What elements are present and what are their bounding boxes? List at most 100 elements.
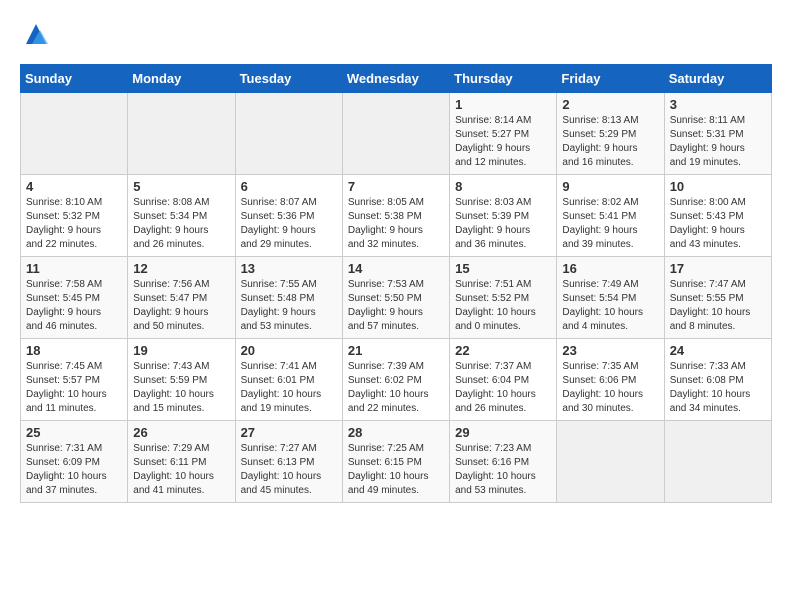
calendar-header-row: SundayMondayTuesdayWednesdayThursdayFrid… <box>21 65 772 93</box>
calendar-cell: 26 Sunrise: 7:29 AM Sunset: 6:11 PM Dayli… <box>128 421 235 503</box>
calendar-cell: 3 Sunrise: 8:11 AM Sunset: 5:31 PM Daylig… <box>664 93 771 175</box>
calendar-cell: 11Sunrise: 7:58 AM Sunset: 5:45 PM Dayli… <box>21 257 128 339</box>
day-info: Sunrise: 7:58 AM Sunset: 5:45 PM Dayligh… <box>26 278 122 334</box>
day-info: Sunrise: 8:03 AM Sunset: 5:39 PM Dayligh… <box>455 196 551 252</box>
day-number: 24 <box>670 343 766 358</box>
day-number: 23 <box>562 343 658 358</box>
day-number: 12 <box>133 261 229 276</box>
calendar-cell: 21 Sunrise: 7:39 AM Sunset: 6:02 PM Dayli… <box>342 339 449 421</box>
day-info: Sunrise: 7:45 AM Sunset: 5:57 PM Dayligh… <box>26 360 122 416</box>
day-number: 26 <box>133 425 229 440</box>
calendar-cell: 19Sunrise: 7:43 AM Sunset: 5:59 PM Dayli… <box>128 339 235 421</box>
calendar-cell: 14Sunrise: 7:53 AM Sunset: 5:50 PM Dayli… <box>342 257 449 339</box>
calendar-cell: 17 Sunrise: 7:47 AM Sunset: 5:55 PM Dayli… <box>664 257 771 339</box>
day-info: Sunrise: 8:05 AM Sunset: 5:38 PM Dayligh… <box>348 196 444 252</box>
calendar-cell: 15 Sunrise: 7:51 AM Sunset: 5:52 PM Dayli… <box>450 257 557 339</box>
calendar-cell: 28 Sunrise: 7:25 AM Sunset: 6:15 PM Dayli… <box>342 421 449 503</box>
calendar-cell: 5Sunrise: 8:08 AM Sunset: 5:34 PM Daylig… <box>128 175 235 257</box>
day-info: Sunrise: 7:23 AM Sunset: 6:16 PM Dayligh… <box>455 442 551 498</box>
day-number: 27 <box>241 425 337 440</box>
day-info: Sunrise: 8:10 AM Sunset: 5:32 PM Dayligh… <box>26 196 122 252</box>
calendar-week-row: 25 Sunrise: 7:31 AM Sunset: 6:09 PM Dayli… <box>21 421 772 503</box>
page-header <box>20 20 772 48</box>
day-number: 7 <box>348 179 444 194</box>
day-number: 2 <box>562 97 658 112</box>
calendar-table: SundayMondayTuesdayWednesdayThursdayFrid… <box>20 64 772 503</box>
calendar-cell: 1 Sunrise: 8:14 AM Sunset: 5:27 PM Daylig… <box>450 93 557 175</box>
day-number: 22 <box>455 343 551 358</box>
day-number: 20 <box>241 343 337 358</box>
calendar-cell: 23 Sunrise: 7:35 AM Sunset: 6:06 PM Dayli… <box>557 339 664 421</box>
day-number: 15 <box>455 261 551 276</box>
calendar-cell <box>664 421 771 503</box>
day-number: 17 <box>670 261 766 276</box>
day-info: Sunrise: 7:27 AM Sunset: 6:13 PM Dayligh… <box>241 442 337 498</box>
calendar-cell: 16 Sunrise: 7:49 AM Sunset: 5:54 PM Dayli… <box>557 257 664 339</box>
calendar-week-row: 1 Sunrise: 8:14 AM Sunset: 5:27 PM Daylig… <box>21 93 772 175</box>
calendar-cell <box>21 93 128 175</box>
day-number: 6 <box>241 179 337 194</box>
day-of-week-header: Monday <box>128 65 235 93</box>
day-info: Sunrise: 7:31 AM Sunset: 6:09 PM Dayligh… <box>26 442 122 498</box>
day-info: Sunrise: 7:43 AM Sunset: 5:59 PM Dayligh… <box>133 360 229 416</box>
day-number: 16 <box>562 261 658 276</box>
calendar-week-row: 18Sunrise: 7:45 AM Sunset: 5:57 PM Dayli… <box>21 339 772 421</box>
day-info: Sunrise: 7:25 AM Sunset: 6:15 PM Dayligh… <box>348 442 444 498</box>
calendar-cell: 7 Sunrise: 8:05 AM Sunset: 5:38 PM Daylig… <box>342 175 449 257</box>
day-number: 28 <box>348 425 444 440</box>
day-number: 10 <box>670 179 766 194</box>
day-info: Sunrise: 7:49 AM Sunset: 5:54 PM Dayligh… <box>562 278 658 334</box>
day-number: 21 <box>348 343 444 358</box>
day-number: 1 <box>455 97 551 112</box>
day-info: Sunrise: 7:51 AM Sunset: 5:52 PM Dayligh… <box>455 278 551 334</box>
calendar-cell: 18Sunrise: 7:45 AM Sunset: 5:57 PM Dayli… <box>21 339 128 421</box>
day-of-week-header: Sunday <box>21 65 128 93</box>
day-of-week-header: Tuesday <box>235 65 342 93</box>
day-info: Sunrise: 7:55 AM Sunset: 5:48 PM Dayligh… <box>241 278 337 334</box>
calendar-cell: 2 Sunrise: 8:13 AM Sunset: 5:29 PM Daylig… <box>557 93 664 175</box>
day-info: Sunrise: 7:47 AM Sunset: 5:55 PM Dayligh… <box>670 278 766 334</box>
calendar-cell <box>557 421 664 503</box>
calendar-cell: 20 Sunrise: 7:41 AM Sunset: 6:01 PM Dayli… <box>235 339 342 421</box>
day-info: Sunrise: 7:29 AM Sunset: 6:11 PM Dayligh… <box>133 442 229 498</box>
day-of-week-header: Friday <box>557 65 664 93</box>
day-info: Sunrise: 8:07 AM Sunset: 5:36 PM Dayligh… <box>241 196 337 252</box>
calendar-cell: 12 Sunrise: 7:56 AM Sunset: 5:47 PM Dayli… <box>128 257 235 339</box>
day-info: Sunrise: 8:00 AM Sunset: 5:43 PM Dayligh… <box>670 196 766 252</box>
calendar-cell <box>128 93 235 175</box>
logo <box>20 20 50 48</box>
day-number: 4 <box>26 179 122 194</box>
day-number: 14 <box>348 261 444 276</box>
day-info: Sunrise: 8:11 AM Sunset: 5:31 PM Dayligh… <box>670 114 766 170</box>
day-info: Sunrise: 7:39 AM Sunset: 6:02 PM Dayligh… <box>348 360 444 416</box>
calendar-cell: 8 Sunrise: 8:03 AM Sunset: 5:39 PM Daylig… <box>450 175 557 257</box>
calendar-cell: 6 Sunrise: 8:07 AM Sunset: 5:36 PM Daylig… <box>235 175 342 257</box>
day-number: 13 <box>241 261 337 276</box>
calendar-cell <box>342 93 449 175</box>
day-number: 3 <box>670 97 766 112</box>
day-number: 8 <box>455 179 551 194</box>
day-number: 29 <box>455 425 551 440</box>
calendar-cell: 9Sunrise: 8:02 AM Sunset: 5:41 PM Daylig… <box>557 175 664 257</box>
calendar-cell: 10 Sunrise: 8:00 AM Sunset: 5:43 PM Dayli… <box>664 175 771 257</box>
day-info: Sunrise: 8:13 AM Sunset: 5:29 PM Dayligh… <box>562 114 658 170</box>
day-info: Sunrise: 7:41 AM Sunset: 6:01 PM Dayligh… <box>241 360 337 416</box>
day-info: Sunrise: 7:37 AM Sunset: 6:04 PM Dayligh… <box>455 360 551 416</box>
calendar-cell: 24Sunrise: 7:33 AM Sunset: 6:08 PM Dayli… <box>664 339 771 421</box>
logo-icon <box>22 20 50 48</box>
calendar-cell: 27 Sunrise: 7:27 AM Sunset: 6:13 PM Dayli… <box>235 421 342 503</box>
day-info: Sunrise: 7:56 AM Sunset: 5:47 PM Dayligh… <box>133 278 229 334</box>
day-number: 9 <box>562 179 658 194</box>
calendar-week-row: 11Sunrise: 7:58 AM Sunset: 5:45 PM Dayli… <box>21 257 772 339</box>
day-info: Sunrise: 8:14 AM Sunset: 5:27 PM Dayligh… <box>455 114 551 170</box>
calendar-cell: 25 Sunrise: 7:31 AM Sunset: 6:09 PM Dayli… <box>21 421 128 503</box>
day-of-week-header: Wednesday <box>342 65 449 93</box>
day-of-week-header: Saturday <box>664 65 771 93</box>
day-number: 25 <box>26 425 122 440</box>
calendar-cell: 13 Sunrise: 7:55 AM Sunset: 5:48 PM Dayli… <box>235 257 342 339</box>
calendar-cell: 4 Sunrise: 8:10 AM Sunset: 5:32 PM Daylig… <box>21 175 128 257</box>
day-info: Sunrise: 7:35 AM Sunset: 6:06 PM Dayligh… <box>562 360 658 416</box>
calendar-cell: 22 Sunrise: 7:37 AM Sunset: 6:04 PM Dayli… <box>450 339 557 421</box>
calendar-cell: 29 Sunrise: 7:23 AM Sunset: 6:16 PM Dayli… <box>450 421 557 503</box>
day-of-week-header: Thursday <box>450 65 557 93</box>
